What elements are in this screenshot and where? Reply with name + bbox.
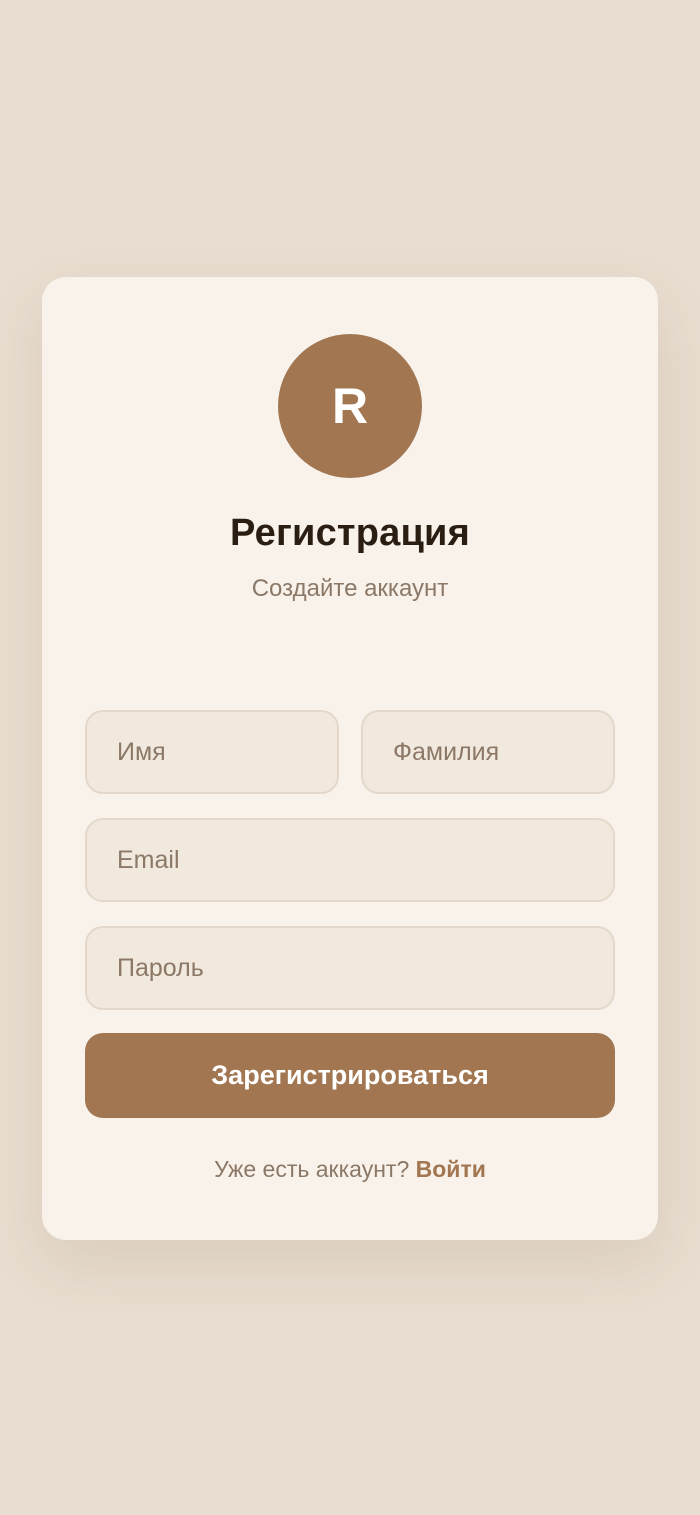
first-name-input[interactable] [85,710,339,794]
app-logo: R [278,334,422,478]
login-prompt: Уже есть аккаунт? Войти [42,1156,658,1183]
login-link[interactable]: Войти [416,1156,486,1182]
logo-letter: R [331,378,369,434]
registration-card: R Регистрация Создайте аккаунт Зарегистр… [42,277,658,1240]
register-button[interactable]: Зарегистрироваться [85,1033,615,1118]
password-input[interactable] [85,926,615,1010]
page-title: Регистрация [230,512,470,554]
email-input[interactable] [85,818,615,902]
last-name-input[interactable] [361,710,615,794]
page-subtitle: Создайте аккаунт [251,575,449,602]
login-prompt-text: Уже есть аккаунт? [214,1156,410,1182]
